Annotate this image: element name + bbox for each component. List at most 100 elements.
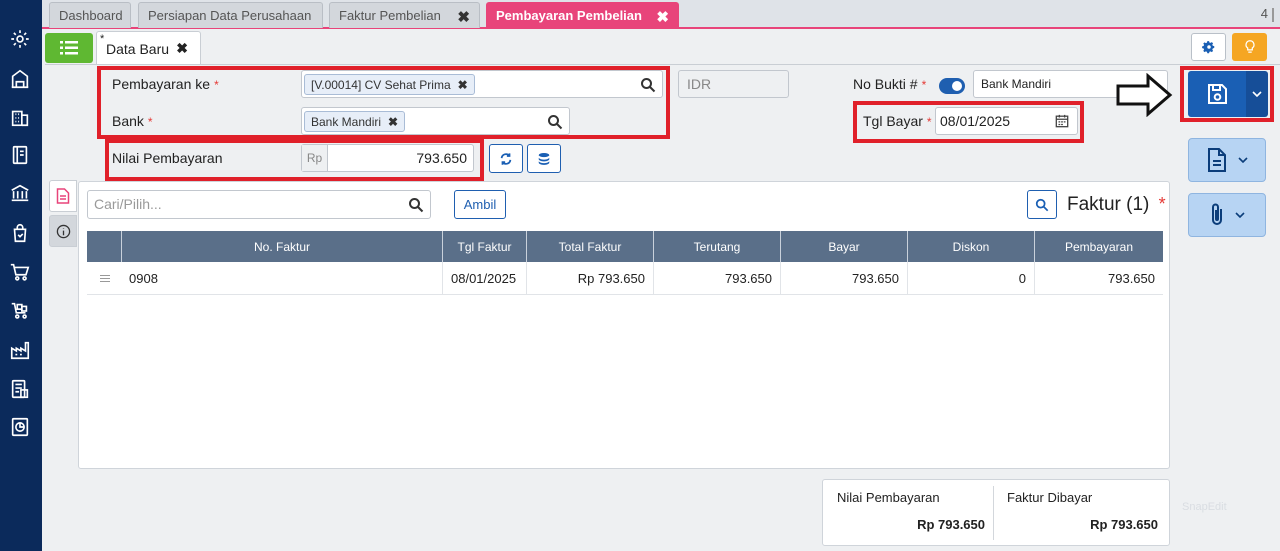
tab-dashboard[interactable]: Dashboard xyxy=(49,2,131,28)
column-header[interactable]: Pembayaran xyxy=(1034,231,1163,262)
tab-label: Dashboard xyxy=(59,8,123,23)
report-chart-icon[interactable] xyxy=(7,414,33,440)
tgl-bayar-field[interactable]: 08/01/2025 xyxy=(935,107,1078,135)
auto-number-toggle[interactable] xyxy=(939,78,965,94)
company-setup-icon[interactable] xyxy=(7,66,33,92)
bank-icon[interactable] xyxy=(7,180,33,206)
close-icon[interactable]: ✖ xyxy=(656,8,669,26)
bank-select[interactable]: Bank Mandiri ✖ xyxy=(301,107,570,135)
required-marker: * xyxy=(1158,194,1166,214)
tab-label: Pembayaran Pembelian xyxy=(496,8,642,23)
factory-icon[interactable] xyxy=(7,337,33,363)
summary-value: Rp 793.650 xyxy=(1090,517,1158,532)
summary-box: Nilai Pembayaran Rp 793.650 Faktur Dibay… xyxy=(822,479,1170,546)
purchase-cart-icon[interactable] xyxy=(7,259,33,285)
required-marker: * xyxy=(147,115,153,129)
chip-text: [V.00014] CV Sehat Prima xyxy=(311,77,451,92)
recalculate-button[interactable] xyxy=(489,144,523,173)
tab-count[interactable]: 4 xyxy=(1261,6,1274,22)
ledger-book-icon[interactable] xyxy=(7,142,33,168)
tab-label: Persiapan Data Perusahaan xyxy=(148,8,312,23)
pembayaran-ke-label: Pembayaran ke * xyxy=(112,76,219,92)
summary-divider xyxy=(993,486,994,540)
page-content: * Data Baru ✖ Pembayaran ke * [V.00014] C… xyxy=(42,29,1280,551)
tab-persiapan-data-perusahaan[interactable]: Persiapan Data Perusahaan xyxy=(138,2,323,28)
search-field[interactable] xyxy=(87,190,431,219)
list-view-button[interactable] xyxy=(45,33,93,63)
cell-no-faktur: 0908 xyxy=(129,271,158,286)
tab-divider xyxy=(45,64,1280,65)
left-sidebar xyxy=(0,0,42,551)
list-icon xyxy=(60,41,78,55)
ambil-button[interactable]: Ambil xyxy=(454,190,506,219)
table-row[interactable]: 0908 08/01/2025 Rp 793.650 793.650 793.6… xyxy=(87,262,1163,295)
chip-remove-icon[interactable]: ✖ xyxy=(458,78,468,92)
column-header[interactable]: Bayar xyxy=(780,231,907,262)
document-icon xyxy=(1208,148,1226,172)
module-tab-bar: Dashboard Persiapan Data Perusahaan Fakt… xyxy=(42,0,1280,29)
column-header[interactable]: Tgl Faktur xyxy=(442,231,526,262)
close-icon[interactable]: ✖ xyxy=(176,40,188,57)
search-input[interactable] xyxy=(94,191,394,217)
bank-label: Bank * xyxy=(112,113,153,129)
building-icon[interactable] xyxy=(7,104,33,130)
column-header[interactable]: Total Faktur xyxy=(526,231,653,262)
summary-value: Rp 793.650 xyxy=(917,517,985,532)
tgl-bayar-label: Tgl Bayar * xyxy=(863,113,932,129)
cell-diskon: 0 xyxy=(907,262,1034,295)
column-header[interactable]: No. Faktur xyxy=(121,231,442,262)
inventory-icon[interactable] xyxy=(7,298,33,324)
column-header[interactable]: Terutang xyxy=(653,231,780,262)
sales-bag-icon[interactable] xyxy=(7,220,33,246)
tab-pembayaran-pembelian[interactable]: Pembayaran Pembelian ✖ xyxy=(486,2,679,28)
tab-info[interactable] xyxy=(49,215,77,247)
tab-data-baru[interactable]: * Data Baru ✖ xyxy=(96,31,201,65)
tab-label: Data Baru xyxy=(106,40,170,57)
form-settings-button[interactable] xyxy=(1191,33,1226,61)
chevron-down-icon xyxy=(1235,212,1245,218)
save-button[interactable] xyxy=(1188,71,1246,117)
required-marker: * xyxy=(214,78,219,92)
refresh-icon xyxy=(500,152,512,165)
chip-text: Bank Mandiri xyxy=(311,114,382,129)
tab-detail[interactable] xyxy=(49,180,77,212)
search-icon[interactable] xyxy=(408,197,424,213)
tab-scroll-caret xyxy=(1272,7,1274,22)
nilai-pembayaran-value: 793.650 xyxy=(416,150,467,166)
tax-report-icon[interactable] xyxy=(7,376,33,402)
print-document-button[interactable] xyxy=(1188,138,1266,182)
close-icon[interactable]: ✖ xyxy=(457,8,470,26)
chip-remove-icon[interactable]: ✖ xyxy=(388,115,398,129)
nilai-pembayaran-field[interactable]: Rp 793.650 xyxy=(301,144,474,172)
nilai-pembayaran-label: Nilai Pembayaran xyxy=(112,150,223,166)
allocate-button[interactable] xyxy=(527,144,561,173)
cell-tgl-faktur: 08/01/2025 xyxy=(442,262,526,295)
no-bukti-value: Bank Mandiri xyxy=(981,77,1052,91)
panel-title: Faktur (1) * xyxy=(1067,194,1166,216)
panel-search-button[interactable] xyxy=(1027,190,1057,219)
summary-label: Nilai Pembayaran xyxy=(837,490,940,505)
column-header[interactable]: Diskon xyxy=(907,231,1034,262)
label-text: Tgl Bayar xyxy=(863,113,923,129)
cell-terutang: 793.650 xyxy=(653,262,780,295)
search-icon[interactable] xyxy=(640,77,656,93)
drag-handle-icon[interactable] xyxy=(100,275,110,284)
summary-label: Faktur Dibayar xyxy=(1007,490,1093,505)
paperclip-icon xyxy=(1212,203,1222,225)
document-icon xyxy=(56,188,70,204)
pembayaran-ke-select[interactable]: [V.00014] CV Sehat Prima ✖ xyxy=(301,70,663,98)
tab-count-value: 4 xyxy=(1260,6,1268,21)
currency-field: IDR xyxy=(678,70,789,98)
tab-faktur-pembelian[interactable]: Faktur Pembelian ✖ xyxy=(329,2,480,28)
label-text: Nilai Pembayaran xyxy=(112,150,223,166)
settings-gear-icon[interactable] xyxy=(7,26,33,52)
tips-button[interactable] xyxy=(1232,33,1267,61)
calendar-icon[interactable] xyxy=(1055,114,1069,128)
attachment-button[interactable] xyxy=(1188,193,1266,237)
tgl-bayar-value: 08/01/2025 xyxy=(940,113,1011,129)
column-header-handle xyxy=(87,231,121,262)
save-options-button[interactable] xyxy=(1246,71,1268,117)
label-text: Pembayaran ke xyxy=(112,76,211,92)
search-icon[interactable] xyxy=(547,114,563,130)
tab-label: Faktur Pembelian xyxy=(339,8,441,23)
